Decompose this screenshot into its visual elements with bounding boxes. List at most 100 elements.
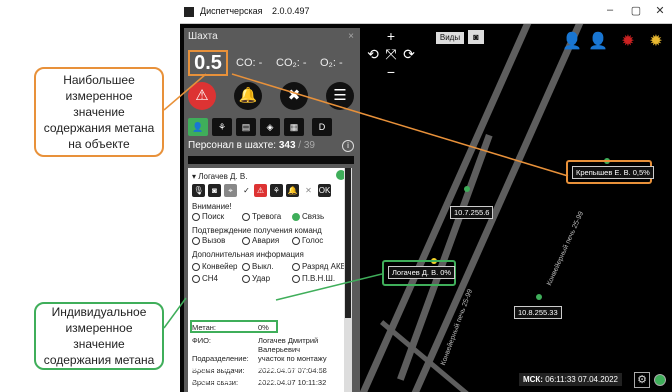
info-icon[interactable]: i (342, 140, 354, 152)
dept-key: Подразделение: (192, 354, 249, 363)
attention-label: Внимание! (192, 202, 232, 211)
radio-hit[interactable]: Удар (242, 274, 270, 283)
camera-icon[interactable]: ◙ (208, 184, 221, 197)
app-icon (184, 7, 194, 17)
fit-view-button[interactable]: ⤧ (384, 46, 398, 62)
radio-link[interactable]: Связь (292, 212, 324, 221)
bell-button[interactable]: 🔔 (234, 82, 262, 110)
panel-close-icon[interactable]: × (348, 31, 354, 42)
person-filter-button[interactable]: 👤 (188, 118, 208, 136)
card-filter-button[interactable]: ▤ (236, 118, 256, 136)
callout-max-methane: Наибольшее измеренное значение содержани… (34, 67, 164, 157)
worker-label-krepyshev[interactable]: Крепышев Е. В. 0,5% (572, 166, 654, 179)
close-icon: ✖ (287, 87, 301, 104)
list-strip (188, 156, 354, 164)
list-button[interactable]: ☰ (326, 82, 354, 110)
mine-map[interactable]: Конвейерный печь 25-99 Конвейерный печь … (360, 24, 672, 392)
id-card-icon: ▤ (241, 122, 251, 132)
rotate-right-button[interactable]: ⟳ (402, 46, 416, 62)
list-icon: ☰ (333, 87, 347, 104)
device-icon: ▦ (289, 122, 299, 132)
node-label-2[interactable]: 10.8.255.33 (514, 306, 562, 319)
group-icon: ⚘ (217, 122, 227, 132)
radio-voice[interactable]: Голос (292, 236, 323, 245)
light-key: Освещение: (192, 376, 235, 385)
person-warning-icon[interactable]: 👤 (586, 30, 610, 54)
d-button[interactable]: D (312, 118, 332, 136)
co2-reading: CO₂: - (276, 57, 307, 69)
personnel-label: Персонал в шахте: (188, 140, 277, 151)
fio-key: ФИО: (192, 336, 212, 345)
msk-time: МСК: 06:11:33 07.04.2022 (518, 373, 622, 386)
close-window-button[interactable]: ✕ (650, 4, 670, 17)
bell-small-icon[interactable]: 🔔 (286, 184, 299, 197)
minimize-button[interactable]: – (600, 4, 620, 16)
fio-value: Логачев Дмитрий Валерьевич (258, 336, 319, 354)
worker-marker-1[interactable] (464, 186, 470, 192)
views-button[interactable]: Виды (436, 32, 464, 44)
radio-accident[interactable]: Авария (242, 236, 279, 245)
layers-icon: ◈ (266, 122, 274, 132)
layers-filter-button[interactable]: ◈ (260, 118, 280, 136)
cross-icon[interactable]: ✕ (302, 184, 315, 197)
callout-individual-methane: Индивидуальное измеренное значение содер… (34, 302, 164, 370)
panel-header: Шахта (188, 31, 218, 42)
card-scrollbar[interactable] (344, 168, 352, 392)
radio-ch4[interactable]: СН4 (192, 274, 218, 283)
callout-max-methane-text: Наибольшее измеренное значение содержани… (43, 73, 155, 151)
card-scroll-thumb[interactable] (345, 168, 351, 318)
filter-buttons: 👤 ⚘ ▤ ◈ ▦ D (188, 118, 356, 138)
settings-gear-icon[interactable]: ⚙ (634, 372, 650, 388)
radio-conveyor[interactable]: Конвейер (192, 262, 238, 271)
node-label-1[interactable]: 10.7.255.6 (450, 206, 494, 219)
connection-status-dot (654, 374, 666, 386)
personnel-separator: / (295, 140, 304, 151)
working-key: Выработка: (192, 364, 233, 373)
bell-icon: 🔔 (238, 87, 258, 104)
camera-map-icon: ◙ (473, 32, 479, 42)
camera-view-button[interactable]: ◙ (468, 30, 484, 44)
window-version: 2.0.0.497 (272, 6, 310, 16)
light-value: основной (258, 376, 291, 385)
command-buttons: ⚠ 🔔 ✖ ☰ (188, 82, 356, 112)
sensor-icon[interactable]: ⌖ (224, 184, 237, 197)
gear-warning-icon[interactable]: ✹ (644, 30, 668, 54)
max-methane-value: 0.5 (188, 50, 228, 76)
zoom-in-button[interactable]: + (384, 28, 398, 44)
warning-icon[interactable]: ⚠ (254, 184, 267, 197)
worker-name[interactable]: ▾ Логачев Д. В. (192, 172, 247, 181)
radio-battery[interactable]: Разряд АКБ (292, 262, 346, 271)
person-icon: 👤 (192, 122, 204, 132)
group-filter-button[interactable]: ⚘ (212, 118, 232, 136)
people-icon[interactable]: ⚘ (270, 184, 283, 197)
mine-panel: Шахта × 0.5 CO: - CO₂: - O₂: - ⚠ 🔔 ✖ ☰ 👤… (184, 28, 360, 392)
cancel-button[interactable]: ✖ (280, 82, 308, 110)
o2-reading: O₂: - (320, 57, 343, 69)
radio-pvnsh[interactable]: П.В.Н.Ш. (292, 274, 335, 283)
gear-alert-icon[interactable]: ✹ (616, 30, 640, 54)
radio-off[interactable]: Выкл. (242, 262, 274, 271)
dept-value: участок по монтажу (258, 354, 327, 363)
co-reading: CO: - (236, 57, 263, 69)
msk-label: МСК: (522, 375, 543, 384)
personnel-in-mine: 343 (278, 140, 296, 151)
worker-marker-4[interactable] (536, 294, 542, 300)
person-alert-icon[interactable]: 👤 (560, 30, 584, 54)
worker-label-logachev[interactable]: Логачев Д. В. 0% (388, 266, 456, 279)
callout-individual-methane-text: Индивидуальное измеренное значение содер… (43, 305, 155, 367)
zoom-out-button[interactable]: − (384, 64, 398, 80)
ok-button[interactable]: OK (318, 184, 331, 197)
gas-readings: 0.5 CO: - CO₂: - O₂: - (188, 50, 356, 76)
check-icon[interactable]: ✓ (240, 184, 253, 197)
extra-info-label: Дополнительная информация (192, 250, 304, 259)
maximize-button[interactable]: ▢ (626, 4, 646, 17)
confirm-label: Подтверждение получения команд (192, 226, 322, 235)
mic-icon[interactable]: 🎙 (192, 184, 205, 197)
radio-call[interactable]: Вызов (192, 236, 225, 245)
radio-alarm[interactable]: Тревога (242, 212, 281, 221)
rotate-left-button[interactable]: ⟲ (366, 46, 380, 62)
track-label-2: Конвейерный печь 25-99 (546, 210, 586, 287)
radio-search[interactable]: Поиск (192, 212, 224, 221)
device-filter-button[interactable]: ▦ (284, 118, 304, 136)
alarm-button[interactable]: ⚠ (188, 82, 216, 110)
